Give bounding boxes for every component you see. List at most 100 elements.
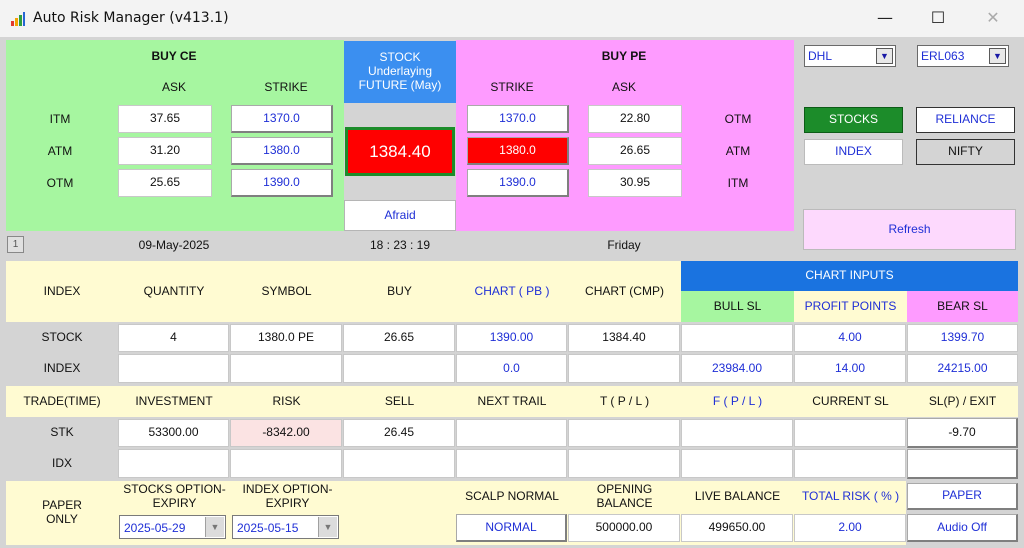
stocks-expiry-select[interactable]: 2025-05-29 ▼ — [119, 515, 226, 539]
stk-row-label: STK — [50, 425, 74, 440]
stocks-expiry-value: 2025-05-29 — [124, 521, 186, 535]
buy-header: BUY — [387, 283, 412, 298]
quantity-input[interactable]: 4 — [118, 324, 229, 352]
ce-ask-value: 31.20 — [118, 137, 212, 165]
page-indicator[interactable]: 1 — [7, 236, 24, 253]
buy-pe-title: BUY PE — [601, 49, 647, 64]
minimize-button[interactable]: — — [862, 0, 908, 37]
bear-sl-input[interactable]: 1399.70 — [907, 324, 1018, 352]
chevron-down-icon[interactable]: ▼ — [205, 517, 224, 537]
maximize-button[interactable]: ☐ — [915, 0, 961, 37]
buy-ce-title: BUY CE — [151, 49, 197, 64]
sentiment-label: Afraid — [344, 200, 456, 231]
idx-exit-button[interactable] — [907, 449, 1018, 479]
chart-pb-value[interactable]: 1390.00 — [456, 324, 567, 352]
total-risk-label: TOTAL RISK ( % ) — [801, 489, 900, 504]
index-quantity-input[interactable] — [118, 354, 229, 383]
profit-points-header: PROFIT POINTS — [794, 291, 907, 322]
ce-ask-value: 37.65 — [118, 105, 212, 133]
stock-row-label: STOCK — [41, 330, 83, 345]
index-bear-sl-input[interactable]: 24215.00 — [907, 354, 1018, 383]
index-profit-points-input[interactable]: 14.00 — [794, 354, 906, 383]
f-pl-value — [681, 419, 793, 447]
pe-ask-value: 22.80 — [588, 105, 682, 133]
chevron-down-icon[interactable]: ▼ — [989, 48, 1006, 64]
chevron-down-icon[interactable]: ▼ — [318, 517, 337, 537]
buy-pe-ask-label: ASK — [611, 80, 636, 95]
refresh-button[interactable]: Refresh — [803, 209, 1016, 250]
buy-ce-panel — [6, 40, 344, 231]
broker-value: DHL — [808, 49, 833, 63]
opening-balance-label: OPENING BALANCE — [596, 482, 653, 510]
idx-row-label: IDX — [51, 455, 72, 470]
pe-ask-value: 30.95 — [588, 169, 682, 197]
live-balance-value: 499650.00 — [681, 514, 793, 542]
pe-strike-button[interactable]: 1370.0 — [467, 105, 569, 133]
index-symbol-value — [230, 354, 342, 383]
ce-strike-button[interactable]: 1370.0 — [231, 105, 333, 133]
account-dropdown[interactable]: ERL063 ▼ — [917, 45, 1009, 67]
idx-current-sl-value — [794, 449, 906, 478]
profit-points-input[interactable]: 4.00 — [794, 324, 906, 352]
sell-header: SELL — [384, 393, 415, 408]
risk-header: RISK — [272, 393, 301, 408]
ce-strike-button[interactable]: 1390.0 — [231, 169, 333, 197]
ce-strike-button[interactable]: 1380.0 — [231, 137, 333, 165]
stocks-expiry-label: STOCKS OPTION-EXPIRY — [123, 482, 226, 510]
paper-button[interactable]: PAPER — [907, 483, 1018, 510]
index-chart-cmp-value — [568, 354, 680, 383]
slp-exit-button[interactable]: -9.70 — [907, 418, 1018, 448]
t-pl-value — [568, 419, 680, 447]
chart-cmp-header: CHART (CMP) — [585, 283, 664, 298]
buy-ce-ask-label: ASK — [161, 80, 186, 95]
risk-value: -8342.00 — [230, 419, 342, 447]
ce-row-label: OTM — [46, 176, 74, 191]
close-button[interactable]: ✕ — [970, 0, 1016, 37]
bear-sl-header: BEAR SL — [907, 291, 1018, 322]
time-label: 18 : 23 : 19 — [369, 238, 431, 253]
pe-ask-value: 26.65 — [588, 137, 682, 165]
bull-sl-header: BULL SL — [681, 291, 794, 322]
sell-value: 26.45 — [343, 419, 455, 447]
live-balance-label: LIVE BALANCE — [694, 489, 781, 504]
scalp-label: SCALP NORMAL — [465, 489, 559, 504]
index-expiry-label: INDEX OPTION-EXPIRY — [242, 482, 333, 510]
index-buy-value — [343, 354, 455, 383]
index-expiry-value: 2025-05-15 — [237, 521, 299, 535]
paper-only-label: PAPER ONLY — [42, 498, 82, 526]
chart-pb-header: CHART ( PB ) — [474, 283, 550, 298]
index-button[interactable]: INDEX — [804, 139, 903, 165]
chart-inputs-header: CHART INPUTS — [681, 261, 1018, 291]
total-risk-value[interactable]: 2.00 — [794, 514, 906, 542]
ce-ask-value: 25.65 — [118, 169, 212, 197]
app-icon — [11, 12, 25, 26]
index-expiry-select[interactable]: 2025-05-15 ▼ — [232, 515, 339, 539]
idx-sell-value — [343, 449, 455, 478]
index-chart-pb-value[interactable]: 0.0 — [456, 354, 567, 383]
slp-exit-header: SL(P) / EXIT — [928, 393, 997, 408]
quantity-header: QUANTITY — [143, 283, 205, 298]
scalp-normal-button[interactable]: NORMAL — [456, 514, 567, 542]
pe-strike-button-selected[interactable]: 1380.0 — [467, 137, 569, 165]
stock-future: FUTURE (May) — [358, 78, 442, 92]
account-value: ERL063 — [921, 49, 965, 63]
stocks-button[interactable]: STOCKS — [804, 107, 903, 133]
ce-row-label: ITM — [49, 112, 71, 127]
buy-pe-panel — [456, 40, 794, 231]
bull-sl-input[interactable] — [681, 324, 793, 352]
nifty-button[interactable]: NIFTY — [916, 139, 1015, 165]
pe-row-label: ATM — [725, 144, 751, 159]
audio-off-button[interactable]: Audio Off — [907, 514, 1018, 542]
idx-next-trail-value — [456, 449, 567, 478]
stock-price: 1384.40 — [345, 127, 455, 176]
broker-dropdown[interactable]: DHL ▼ — [804, 45, 896, 67]
pe-row-label: OTM — [724, 112, 752, 127]
buy-pe-strike-label: STRIKE — [490, 80, 534, 95]
chevron-down-icon[interactable]: ▼ — [876, 48, 893, 64]
chart-cmp-value: 1384.40 — [568, 324, 680, 352]
reliance-button[interactable]: RELIANCE — [916, 107, 1015, 133]
current-sl-value — [794, 419, 906, 447]
pe-strike-button[interactable]: 1390.0 — [467, 169, 569, 197]
index-bull-sl-input[interactable]: 23984.00 — [681, 354, 793, 383]
date-label: 09-May-2025 — [138, 238, 210, 253]
